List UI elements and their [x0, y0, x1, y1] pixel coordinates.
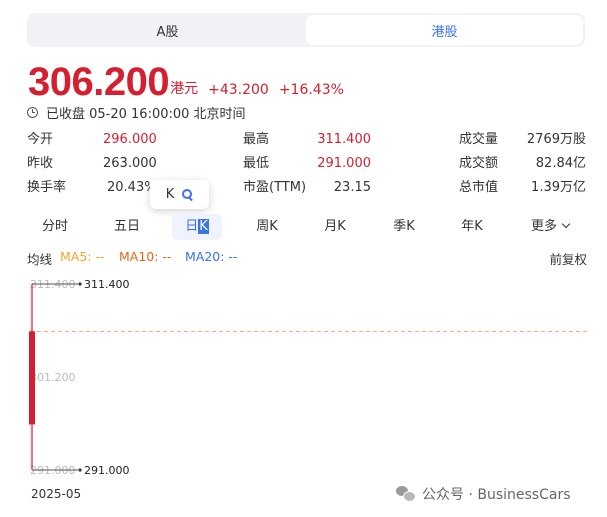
more-dropdown[interactable]: 更多	[519, 214, 581, 240]
more-label: 更多	[530, 219, 557, 234]
stat-turnover-rate: 换手率 20.43%	[27, 178, 157, 198]
period-tabs: 分时 五日 日K 周K 月K 季K 年K 更多	[27, 214, 587, 240]
low-marker-dot	[78, 468, 82, 472]
ma-label: 均线	[27, 252, 53, 267]
stat-label: 市盈(TTM)	[243, 180, 307, 195]
stat-volume: 成交量 2769万股	[459, 130, 586, 150]
market-tabs: A股 港股	[27, 13, 585, 47]
tab-five-day[interactable]: 五日	[99, 214, 155, 240]
watermark: 公众号 · BusinessCars	[396, 482, 571, 506]
tab-hk-shares[interactable]: 港股	[306, 15, 583, 45]
tab-yearly-k[interactable]: 年K	[444, 214, 500, 240]
tab-intraday[interactable]: 分时	[27, 214, 83, 240]
tab-daily-k[interactable]: 日K	[172, 214, 222, 240]
price-change: +43.200	[208, 82, 269, 98]
price-change-percent: +16.43%	[278, 82, 344, 98]
stat-value: 1.39万亿	[531, 180, 586, 195]
stat-label: 换手率	[27, 180, 67, 195]
x-axis-label: 2025-05	[31, 487, 82, 501]
y-tick-label: 301.200	[30, 371, 76, 384]
stat-value: 311.400	[317, 132, 371, 147]
stat-pe: 市盈(TTM) 23.15	[243, 178, 371, 198]
ma20-value: MA20: --	[185, 249, 238, 264]
ma10-value: MA10: --	[119, 249, 172, 264]
tooltip-text: K	[165, 187, 175, 202]
ma5-value: MA5: --	[60, 249, 105, 264]
stat-open: 今开 296.000	[27, 130, 157, 150]
candlestick-chart[interactable]: 311.400301.200291.000311.400291.000	[27, 277, 587, 477]
stat-prev-close: 昨收 263.000	[27, 154, 157, 174]
stat-value: 296.000	[103, 132, 157, 147]
price-row: 306.200 港元 +43.200 +16.43%	[28, 56, 344, 102]
selection-search-tooltip[interactable]: K	[150, 180, 209, 209]
search-icon[interactable]	[182, 189, 193, 200]
stat-market-cap: 总市值 1.39万亿	[459, 178, 586, 198]
current-price: 306.200	[28, 60, 170, 104]
candle-body	[29, 331, 35, 425]
tab-daily-prefix: 日	[185, 219, 199, 234]
stat-label: 最高	[243, 132, 270, 147]
selected-text: K	[198, 219, 209, 234]
ma-legend: 均线 MA5: -- MA10: -- MA20: -- 前复权	[27, 249, 587, 267]
chevron-down-icon	[561, 219, 571, 229]
wechat-icon	[396, 486, 416, 502]
stat-label: 总市值	[459, 180, 499, 195]
tab-monthly-k[interactable]: 月K	[307, 214, 363, 240]
stat-value: 291.000	[317, 156, 371, 171]
adjust-mode-button[interactable]: 前复权	[549, 249, 587, 268]
stat-value: 82.84亿	[535, 156, 586, 171]
market-status-text: 已收盘 05-20 16:00:00 北京时间	[46, 106, 246, 122]
stat-label: 成交额	[459, 156, 499, 171]
price-currency: 港元	[170, 81, 199, 97]
clock-icon	[27, 106, 38, 118]
high-marker-dot	[78, 282, 82, 286]
stat-value: 263.000	[103, 156, 157, 171]
stat-label: 今开	[27, 132, 54, 147]
tab-weekly-k[interactable]: 周K	[239, 214, 295, 240]
stat-value: 23.15	[333, 180, 371, 195]
low-marker-label: 291.000	[84, 464, 130, 477]
stat-label: 最低	[243, 156, 270, 171]
high-marker-label: 311.400	[84, 278, 130, 291]
market-status: 已收盘 05-20 16:00:00 北京时间	[27, 103, 246, 122]
stat-label: 成交量	[459, 132, 499, 147]
stat-label: 昨收	[27, 156, 54, 171]
stat-high: 最高 311.400	[243, 130, 371, 150]
stat-value: 2769万股	[526, 132, 586, 147]
stat-turnover: 成交额 82.84亿	[459, 154, 586, 174]
tab-a-shares[interactable]: A股	[29, 15, 306, 45]
tab-quarterly-k[interactable]: 季K	[376, 214, 432, 240]
watermark-text: 公众号 · BusinessCars	[422, 487, 571, 503]
stat-low: 最低 291.000	[243, 154, 371, 174]
